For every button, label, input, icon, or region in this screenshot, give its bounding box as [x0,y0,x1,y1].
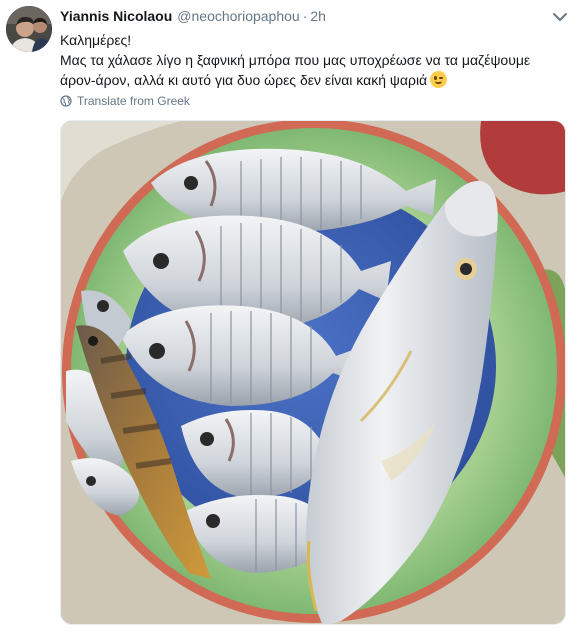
translate-link[interactable]: Translate from Greek [60,93,190,109]
author-name[interactable]: Yiannis Nicolaou [60,8,172,24]
tweet-text: Καλημέρες! Μας τα χάλασε λίγο η ξαφνική … [60,30,560,90]
tweet-header: Yiannis Nicolaou @neochoriopaphou · 2h [60,8,326,26]
tweet-text-line: άρον-άρον, αλλά κι αυτό για δυο ώρες δεν… [60,70,560,90]
tweet-text-line-content: άρον-άρον, αλλά κι αυτό για δυο ώρες δεν… [60,72,428,88]
avatar-photo [6,6,52,52]
photo-of-fish-on-plate [61,121,565,624]
winking-face-icon [430,71,448,88]
avatar[interactable] [6,6,52,52]
author-handle[interactable]: @neochoriopaphou [177,8,299,24]
separator-dot: · [302,8,308,24]
tweet-photo[interactable] [60,120,566,625]
chevron-down-icon[interactable] [552,10,568,24]
translate-label: Translate from Greek [77,94,190,108]
tweet-text-line: Μας τα χάλασε λίγο η ξαφνική μπόρα που μ… [60,52,531,68]
tweet-timestamp[interactable]: 2h [310,8,326,24]
tweet: Yiannis Nicolaou @neochoriopaphou · 2h Κ… [0,0,578,635]
tweet-text-line: Καλημέρες! [60,32,132,48]
globe-icon [60,95,72,107]
